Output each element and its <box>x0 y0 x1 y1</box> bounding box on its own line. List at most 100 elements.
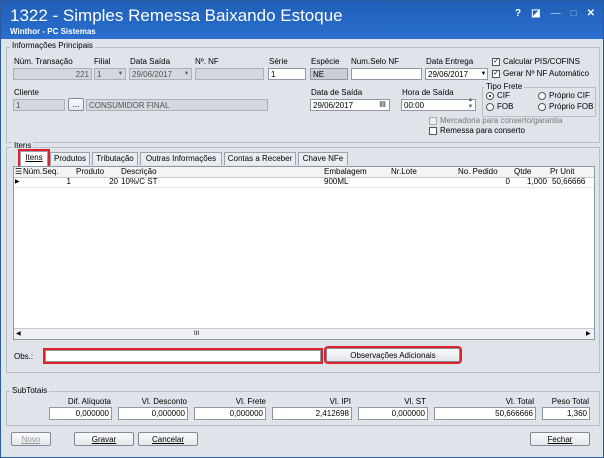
num-nf-field[interactable] <box>195 68 264 80</box>
fechar-button[interactable]: Fechar <box>530 432 590 446</box>
gravar-button-label: Gravar <box>91 435 117 444</box>
principal-group-title: Informações Principais <box>10 41 95 50</box>
dif-aliquota-label: Dif. Alíquota <box>67 397 111 406</box>
tab-chave-nfe[interactable]: Chave NFe <box>298 152 348 165</box>
subtotais-group-title: SubTotais <box>10 386 50 395</box>
novo-button-label: Novo <box>21 435 41 444</box>
cif-radio[interactable] <box>486 92 494 100</box>
vl-desconto-field: 0,000000 <box>118 407 188 420</box>
col-no-pedido[interactable]: No. Pedido <box>458 167 498 177</box>
chevron-down-icon[interactable]: ▼ <box>182 69 191 79</box>
obs-label: Obs.: <box>14 352 34 361</box>
cell-produto: 20 <box>109 177 118 186</box>
fob-label: FOB <box>497 102 514 111</box>
calc-pis-checkbox[interactable]: ✓ <box>492 58 500 66</box>
cell-no-pedido: 0 <box>505 177 510 186</box>
scroll-thumb[interactable]: III <box>194 329 199 339</box>
proprio-cif-label: Próprio CIF <box>549 91 590 100</box>
num-selo-field[interactable] <box>351 68 422 80</box>
calc-pis-label: Calcular PIS/COFINS <box>503 57 580 66</box>
peso-total-label: Peso Total <box>551 397 589 406</box>
serie-label: Série <box>269 57 288 66</box>
table-row[interactable]: ▶ 1 20 10%/C ST 900ML 0 1,000 50,66666 <box>14 177 594 188</box>
row-indicator-icon: ▶ <box>15 179 20 185</box>
col-pr-unit[interactable]: Pr Unit <box>550 167 574 177</box>
cif-label: CIF <box>497 91 510 100</box>
vl-total-label: Vl. Total <box>505 397 534 406</box>
close-icon[interactable]: ✕ <box>587 8 595 19</box>
obs-field[interactable] <box>43 348 323 364</box>
cell-num-seq: 1 <box>66 177 71 186</box>
window-subtitle: Winthor - PC Sistemas <box>10 27 96 36</box>
maximize-icon[interactable]: □ <box>571 8 577 19</box>
chevron-down-icon[interactable]: ▼ <box>479 69 488 79</box>
tab-outras-informacoes[interactable]: Outras Informações <box>140 152 222 165</box>
vl-st-field: 0,000000 <box>358 407 428 420</box>
vl-frete-field: 0,000000 <box>194 407 266 420</box>
hora-saida-label: Hora de Saída <box>402 88 454 97</box>
especie-field[interactable]: NE <box>310 68 348 80</box>
dif-aliquota-field: 0,000000 <box>49 407 112 420</box>
novo-button[interactable]: Novo <box>11 432 51 446</box>
col-qtde[interactable]: Qtde <box>514 167 531 177</box>
tab-produtos[interactable]: Produtos <box>50 152 90 165</box>
remessa-checkbox[interactable] <box>429 127 437 135</box>
calendar-icon[interactable]: ▤ <box>378 100 387 110</box>
col-nr-lote[interactable]: Nr.Lote <box>391 167 417 177</box>
tab-tributacao[interactable]: Tributação <box>92 152 138 165</box>
hora-saida-field[interactable]: 00:00 <box>401 99 476 111</box>
spin-up-icon[interactable]: ▲ <box>466 97 475 104</box>
col-num-seq[interactable]: Núm.Seq. <box>23 167 59 177</box>
vl-total-field: 50,666666 <box>434 407 536 420</box>
fob-radio[interactable] <box>486 103 494 111</box>
num-transacao-field: 221 <box>13 68 92 80</box>
scroll-left-icon[interactable]: ◀ <box>16 329 21 339</box>
proprio-fob-label: Próprio FOB <box>549 102 594 111</box>
proprio-fob-radio[interactable] <box>538 103 546 111</box>
minimize-icon[interactable]: — <box>551 8 561 19</box>
num-nf-label: Nº. NF <box>195 57 219 66</box>
main-window: 1322 - Simples Remessa Baixando Estoque … <box>0 0 604 458</box>
cliente-search-button[interactable]: ... <box>68 98 84 111</box>
remessa-label: Remessa para conserto <box>440 126 525 135</box>
data-entrega-label: Data Entrega <box>426 57 474 66</box>
mercadoria-label: Mercadoria para conserto/garantia <box>440 116 563 125</box>
title-bar[interactable]: 1322 - Simples Remessa Baixando Estoque … <box>1 1 603 39</box>
cell-pr-unit: 50,66666 <box>552 177 586 186</box>
itens-group-title: Itens <box>12 141 34 150</box>
serie-field[interactable]: 1 <box>268 68 306 80</box>
col-embalagem[interactable]: Embalagem <box>324 167 367 177</box>
tab-itens[interactable]: Itens <box>18 149 50 168</box>
especie-label: Espécie <box>311 57 340 66</box>
gravar-button[interactable]: Gravar <box>74 432 134 446</box>
cliente-label: Cliente <box>14 88 39 97</box>
window-title: 1322 - Simples Remessa Baixando Estoque <box>10 6 343 25</box>
tab-contas-a-receber[interactable]: Contas a Receber <box>224 152 296 165</box>
col-produto[interactable]: Produto <box>76 167 104 177</box>
scroll-right-icon[interactable]: ▶ <box>586 329 591 339</box>
proprio-cif-radio[interactable] <box>538 92 546 100</box>
horizontal-scrollbar[interactable]: ◀ III ▶ <box>14 328 594 339</box>
spin-down-icon[interactable]: ▼ <box>466 104 475 111</box>
vl-frete-label: Vl. Frete <box>235 397 266 406</box>
pin-icon[interactable]: ◪ <box>531 8 540 19</box>
grid-menu-icon[interactable]: ☰ <box>15 167 22 177</box>
vl-desconto-label: Vl. Desconto <box>141 397 187 406</box>
col-descricao[interactable]: Descrição <box>121 167 157 177</box>
gerar-nf-checkbox[interactable]: ✓ <box>492 70 500 78</box>
vl-ipi-label: Vl. IPI <box>329 397 351 406</box>
help-icon[interactable]: ? <box>515 8 521 19</box>
tipo-frete-label: Tipo Frete <box>484 82 525 91</box>
vl-st-label: Vl. ST <box>404 397 426 406</box>
cliente-name-field: CONSUMIDOR FINAL <box>86 99 268 111</box>
chevron-down-icon[interactable]: ▼ <box>116 69 125 79</box>
cell-descricao: 10%/C ST <box>121 177 158 186</box>
observacoes-adicionais-button[interactable]: Observações Adicionais <box>324 346 462 364</box>
num-selo-label: Num.Selo NF <box>351 57 400 66</box>
peso-total-field: 1,360 <box>542 407 590 420</box>
mercadoria-checkbox[interactable] <box>429 117 437 125</box>
cancelar-button[interactable]: Cancelar <box>138 432 198 446</box>
fechar-button-label: Fechar <box>547 435 573 444</box>
cliente-code-field[interactable]: 1 <box>13 99 65 111</box>
itens-grid[interactable]: ☰ Núm.Seq. Produto Descrição Embalagem N… <box>13 166 595 340</box>
